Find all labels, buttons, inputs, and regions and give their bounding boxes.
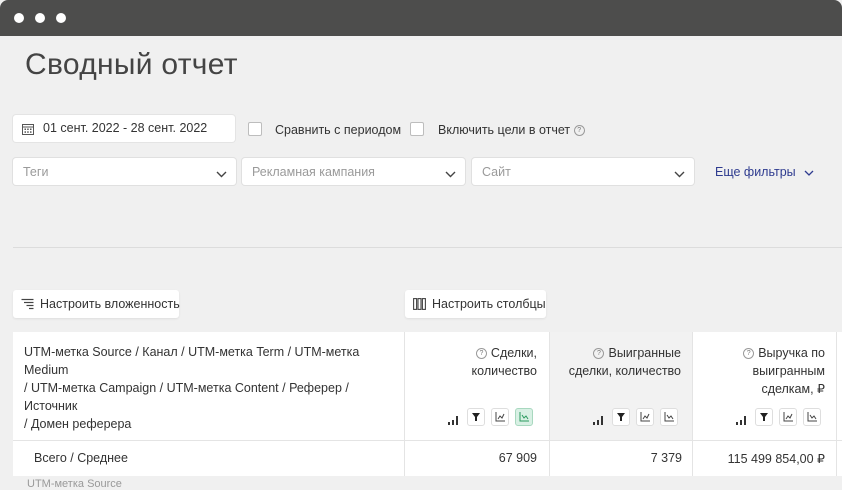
page-title: Сводный отчет xyxy=(25,48,238,81)
column-header-line: выигранным xyxy=(752,364,825,378)
revenue-column-header[interactable]: ? Выручка по выигранным сделкам, ₽ xyxy=(701,344,825,398)
include-goals-checkbox[interactable] xyxy=(410,122,424,136)
question-circle-icon[interactable]: ? xyxy=(593,348,605,360)
total-deals-value: 67 909 xyxy=(498,451,537,465)
won-deals-column-tools xyxy=(593,408,683,426)
line-chart-icon-active[interactable] xyxy=(515,408,533,426)
chevron-down-icon xyxy=(216,167,227,181)
next-row-strip xyxy=(0,477,842,486)
bar-sort-icon[interactable] xyxy=(736,412,748,430)
funnel-icon[interactable] xyxy=(612,408,630,426)
report-table: UTM-метка Source / Канал / UTM-метка Ter… xyxy=(13,332,842,476)
chevron-down-icon xyxy=(445,167,456,181)
line-chart-icon[interactable] xyxy=(803,408,821,426)
tree-list-icon xyxy=(21,298,34,313)
window-dot-icon xyxy=(35,13,45,23)
column-divider xyxy=(836,332,837,476)
configure-columns-label: Настроить столбцы xyxy=(432,297,546,311)
total-revenue-value: 115 499 854,00 ₽ xyxy=(727,452,825,466)
configure-columns-button[interactable]: Настроить столбцы xyxy=(405,290,546,318)
column-header-line: Сделки, xyxy=(490,346,537,360)
column-header-line: Выигранные xyxy=(608,346,681,360)
bar-sort-icon[interactable] xyxy=(593,412,605,430)
line-chart-icon[interactable] xyxy=(660,408,678,426)
dimension-header[interactable]: UTM-метка Source / Канал / UTM-метка Ter… xyxy=(24,343,404,433)
campaign-select[interactable]: Рекламная кампания xyxy=(242,158,465,185)
column-header-line: сделкам, ₽ xyxy=(761,382,825,396)
chevron-down-icon xyxy=(674,167,685,181)
columns-icon xyxy=(413,298,426,313)
question-circle-icon[interactable]: ? xyxy=(573,125,585,137)
revenue-column-tools xyxy=(736,408,826,426)
bar-sort-icon[interactable] xyxy=(448,412,460,430)
column-divider xyxy=(549,332,550,476)
column-header-line: Выручка по xyxy=(758,346,825,360)
funnel-icon[interactable] xyxy=(755,408,773,426)
configure-nesting-label: Настроить вложенность xyxy=(40,297,180,311)
column-header-line: количество xyxy=(471,364,537,378)
configure-nesting-button[interactable]: Настроить вложенность xyxy=(13,290,180,318)
line-chart-icon[interactable] xyxy=(636,408,654,426)
window-dot-icon xyxy=(56,13,66,23)
deals-column-tools xyxy=(448,408,538,426)
calendar-icon xyxy=(22,123,34,138)
column-divider xyxy=(404,332,405,476)
question-circle-icon[interactable]: ? xyxy=(743,348,755,360)
window-titlebar xyxy=(0,0,842,36)
dimension-header-line: / Домен реферера xyxy=(24,417,132,431)
deals-column-header[interactable]: ? Сделки, количество xyxy=(413,344,537,380)
include-goals-wrap: Включить цели в отчет ? xyxy=(438,123,585,137)
dimension-header-line: UTM-метка Source / Канал / UTM-метка Ter… xyxy=(24,345,360,377)
more-filters-label: Еще фильтры xyxy=(715,165,796,179)
line-chart-icon[interactable] xyxy=(491,408,509,426)
column-header-line: сделки, количество xyxy=(568,364,681,378)
site-select[interactable]: Сайт xyxy=(472,158,694,185)
more-filters-link[interactable]: Еще фильтры xyxy=(715,165,814,179)
line-chart-icon[interactable] xyxy=(779,408,797,426)
site-placeholder: Сайт xyxy=(482,165,511,179)
include-goals-label[interactable]: Включить цели в отчет xyxy=(438,123,570,137)
tags-select[interactable]: Теги xyxy=(13,158,236,185)
compare-period-label[interactable]: Сравнить с периодом xyxy=(275,123,401,137)
total-won-deals-value: 7 379 xyxy=(650,451,682,465)
question-circle-icon[interactable]: ? xyxy=(475,348,487,360)
dimension-header-line: / UTM-метка Campaign / UTM-метка Content… xyxy=(24,381,349,413)
total-row-label: Всего / Среднее xyxy=(34,451,128,465)
window-dot-icon xyxy=(14,13,24,23)
date-range-picker[interactable]: 01 сент. 2022 - 28 сент. 2022 xyxy=(13,115,235,142)
section-divider xyxy=(13,247,842,248)
funnel-icon[interactable] xyxy=(467,408,485,426)
won-deals-column-header[interactable]: ? Выигранные сделки, количество xyxy=(558,344,681,380)
tags-placeholder: Теги xyxy=(23,165,49,179)
chevron-down-icon xyxy=(804,165,814,179)
date-range-value: 01 сент. 2022 - 28 сент. 2022 xyxy=(43,121,208,135)
row-divider xyxy=(13,440,842,441)
next-row-label: UTM-метка Source xyxy=(27,478,122,490)
compare-period-checkbox[interactable] xyxy=(248,122,262,136)
campaign-placeholder: Рекламная кампания xyxy=(252,165,375,179)
